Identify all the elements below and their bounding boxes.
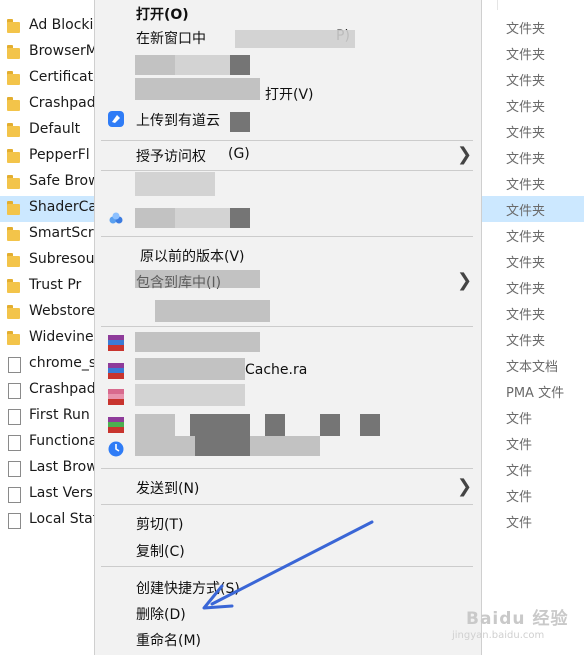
watermark-sub: jingyan.baidu.com (452, 630, 545, 641)
baidu-watermark: Baidu 经验 jingyan.baidu.com (446, 600, 582, 652)
watermark-text: Baidu 经验 (466, 609, 569, 629)
annotation-arrow (202, 520, 374, 610)
